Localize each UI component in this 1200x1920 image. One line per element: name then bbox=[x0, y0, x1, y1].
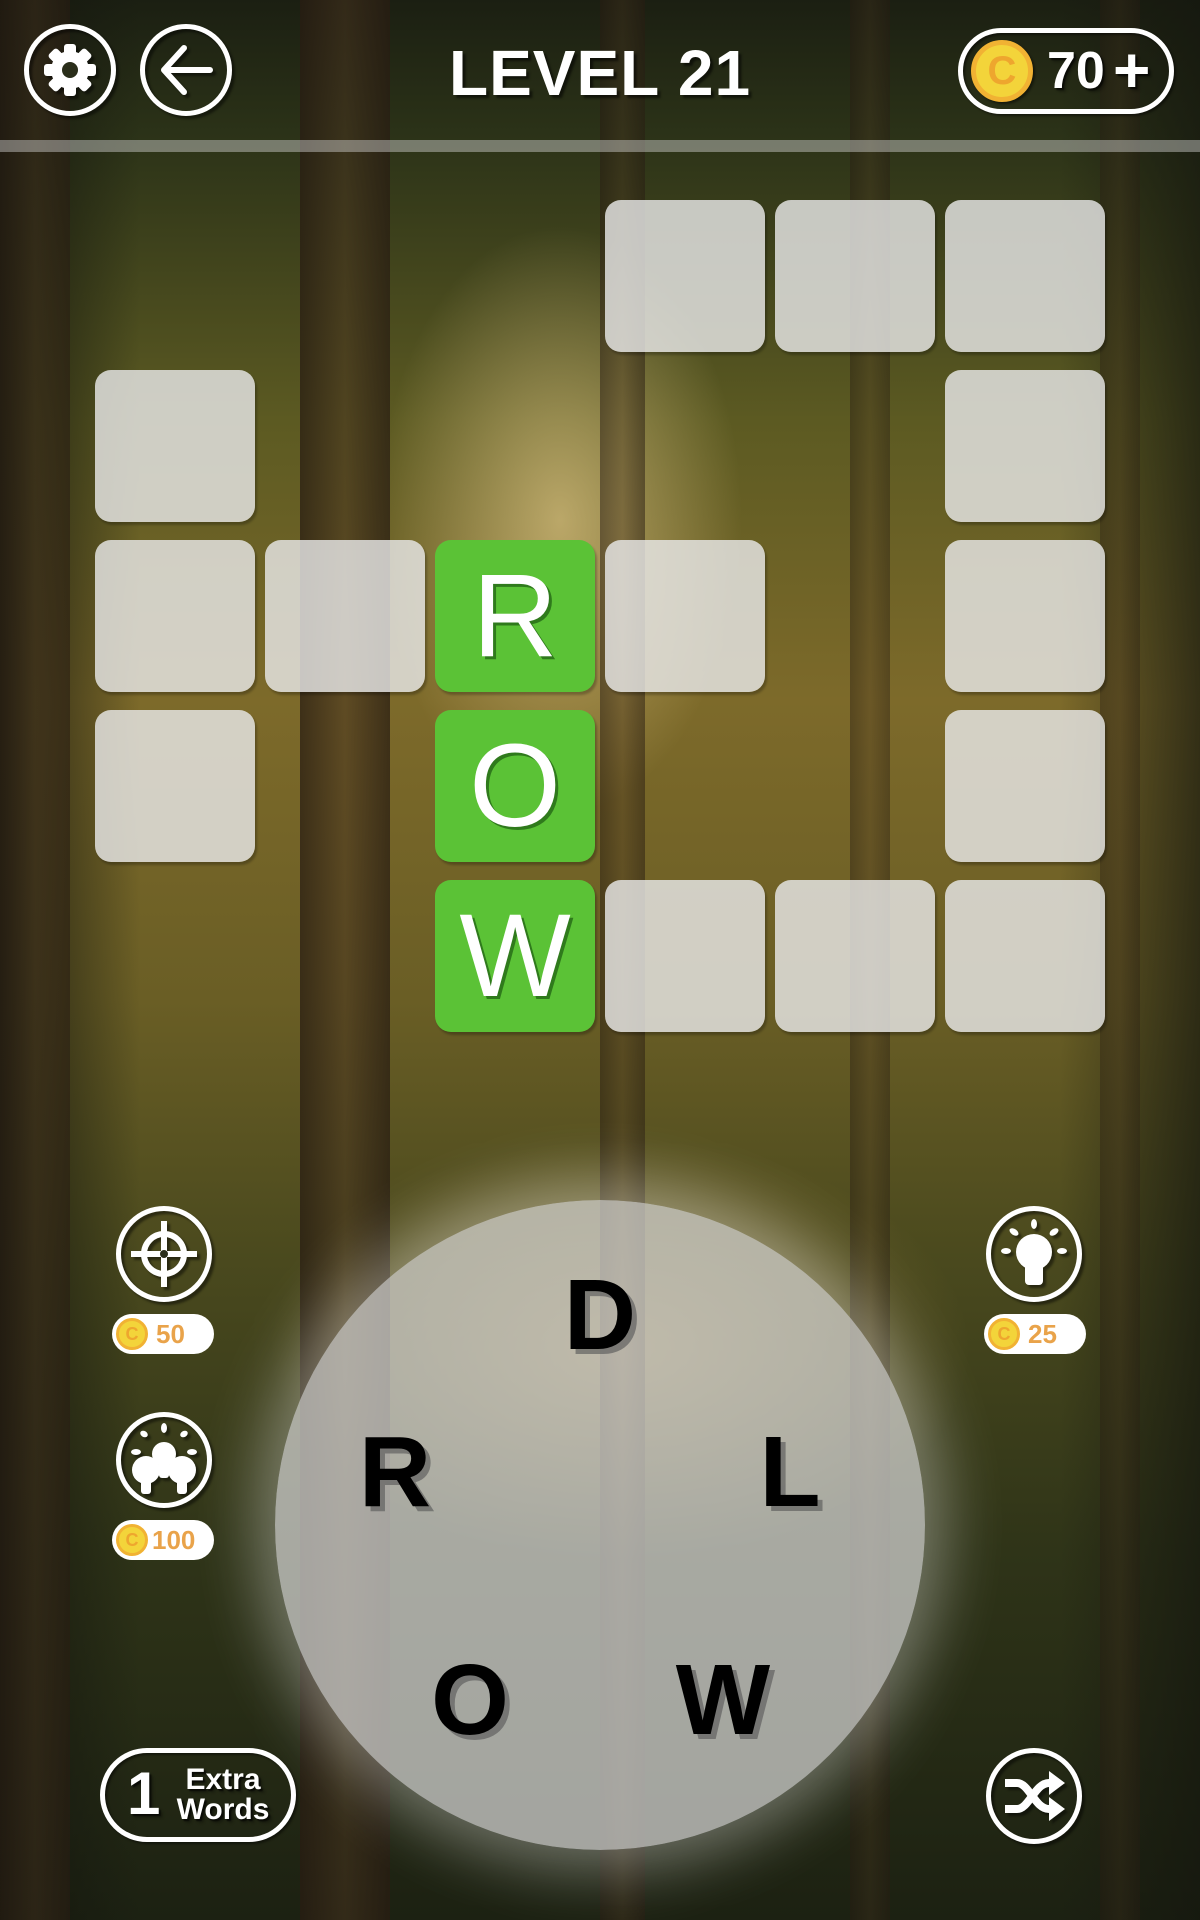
price-value: 100 bbox=[152, 1524, 196, 1555]
coin-glyph: C bbox=[987, 48, 1017, 93]
empty-letter-tile bbox=[95, 710, 255, 862]
empty-letter-tile bbox=[265, 540, 425, 692]
background-tree bbox=[0, 0, 70, 1920]
crosshair-icon bbox=[131, 1221, 197, 1287]
empty-letter-tile bbox=[605, 540, 765, 692]
solved-letter-tile: O bbox=[435, 710, 595, 862]
hint-price: C 25 bbox=[984, 1314, 1086, 1354]
target-hint-button[interactable] bbox=[116, 1206, 212, 1302]
coin-icon: C bbox=[988, 1318, 1020, 1350]
extra-words-label-line1: Extra bbox=[185, 1763, 261, 1796]
empty-letter-tile bbox=[945, 880, 1105, 1032]
coin-icon: C bbox=[971, 40, 1033, 102]
shuffle-icon bbox=[1005, 1771, 1065, 1821]
extra-words-label: Extra Words bbox=[167, 1765, 279, 1825]
coins-value: 70 bbox=[1047, 42, 1105, 100]
extra-words-button[interactable]: 1 Extra Words bbox=[100, 1748, 296, 1842]
wheel-letter[interactable]: R bbox=[335, 1422, 455, 1522]
coin-glyph: C bbox=[125, 1529, 139, 1550]
wheel-letter[interactable]: D bbox=[540, 1265, 660, 1365]
background-tree bbox=[1100, 0, 1140, 1920]
add-coins-icon: + bbox=[1113, 34, 1151, 106]
multi-lightbulb-icon bbox=[131, 1423, 197, 1494]
multi-hint-button[interactable] bbox=[116, 1412, 212, 1508]
empty-letter-tile bbox=[605, 880, 765, 1032]
lightbulb-icon bbox=[1001, 1219, 1067, 1285]
target-hint-price: C 50 bbox=[112, 1314, 214, 1354]
header-divider bbox=[0, 140, 1200, 152]
solved-letter-tile: W bbox=[435, 880, 595, 1032]
empty-letter-tile bbox=[945, 540, 1105, 692]
multi-hint-price: C 100 bbox=[112, 1520, 214, 1560]
empty-letter-tile bbox=[945, 370, 1105, 522]
empty-letter-tile bbox=[95, 540, 255, 692]
price-value: 50 bbox=[156, 1318, 185, 1349]
solved-letter-tile: R bbox=[435, 540, 595, 692]
empty-letter-tile bbox=[775, 200, 935, 352]
extra-words-label-line2: Words bbox=[176, 1793, 270, 1826]
coins-balance-button[interactable]: C 70 + bbox=[958, 28, 1174, 114]
wheel-letter[interactable]: L bbox=[730, 1422, 850, 1522]
empty-letter-tile bbox=[605, 200, 765, 352]
extra-words-count: 1 bbox=[127, 1760, 161, 1827]
empty-letter-tile bbox=[775, 880, 935, 1032]
coin-glyph: C bbox=[997, 1323, 1011, 1344]
coin-glyph: C bbox=[125, 1323, 139, 1344]
wheel-letter[interactable]: O bbox=[410, 1650, 530, 1750]
wheel-letter[interactable]: W bbox=[663, 1650, 783, 1750]
empty-letter-tile bbox=[945, 710, 1105, 862]
letter-wheel[interactable]: D L W O R bbox=[275, 1200, 925, 1850]
empty-letter-tile bbox=[945, 200, 1105, 352]
coin-icon: C bbox=[116, 1524, 148, 1556]
shuffle-button[interactable] bbox=[986, 1748, 1082, 1844]
price-value: 25 bbox=[1028, 1318, 1057, 1349]
coin-icon: C bbox=[116, 1318, 148, 1350]
hint-button[interactable] bbox=[986, 1206, 1082, 1302]
empty-letter-tile bbox=[95, 370, 255, 522]
